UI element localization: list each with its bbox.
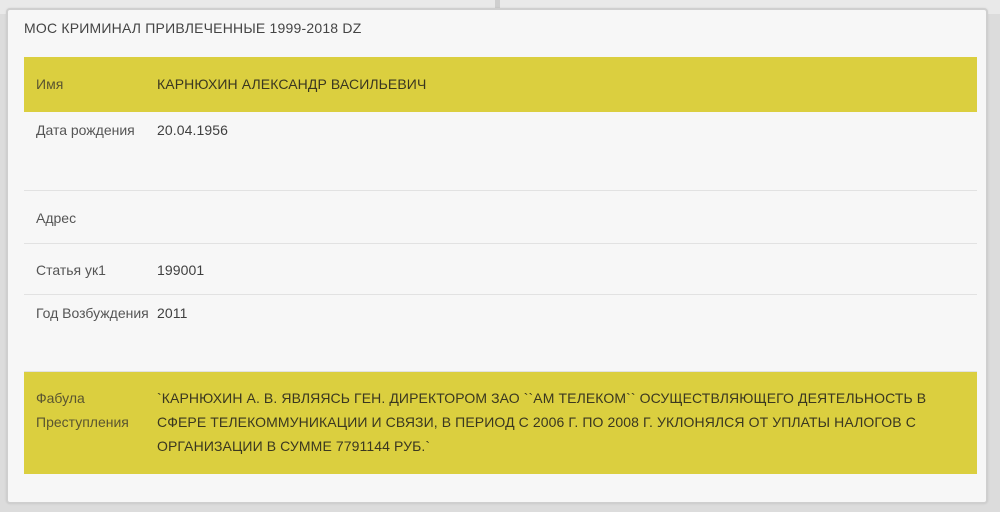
label-year: Год Возбуждения (36, 305, 149, 321)
value-article: 199001 (157, 262, 205, 278)
label-name: Имя (36, 76, 64, 92)
record-card: МОС КРИМИНАЛ ПРИВЛЕЧЕННЫЕ 1999-2018 DZ И… (6, 8, 988, 504)
row-name: Имя КАРНЮХИН АЛЕКСАНДР ВАСИЛЬЕВИЧ (24, 57, 977, 112)
record-table: Имя КАРНЮХИН АЛЕКСАНДР ВАСИЛЬЕВИЧ Дата р… (24, 57, 977, 474)
value-address (157, 206, 977, 243)
value-year: 2011 (157, 305, 188, 321)
record-title: МОС КРИМИНАЛ ПРИВЛЕЧЕННЫЕ 1999-2018 DZ (24, 20, 362, 36)
row-birth-date: Дата рождения 20.04.1956 (24, 112, 977, 191)
row-crime-description: Фабула Преступления `КАРНЮХИН А. В. ЯВЛЯ… (24, 372, 977, 474)
label-crime-description: Фабула Преступления (36, 390, 129, 430)
row-year: Год Возбуждения 2011 (24, 295, 977, 372)
label-address: Адрес (36, 210, 77, 226)
value-name: КАРНЮХИН АЛЕКСАНДР ВАСИЛЬЕВИЧ (157, 76, 427, 92)
value-crime-description: `КАРНЮХИН А. В. ЯВЛЯЯСЬ ГЕН. ДИРЕКТОРОМ … (157, 390, 927, 454)
value-birth-date: 20.04.1956 (157, 122, 229, 138)
label-article: Статья ук1 (36, 262, 106, 278)
row-article: Статья ук1 199001 (24, 244, 977, 295)
label-birth-date: Дата рождения (36, 122, 135, 138)
row-address: Адрес (24, 191, 977, 244)
